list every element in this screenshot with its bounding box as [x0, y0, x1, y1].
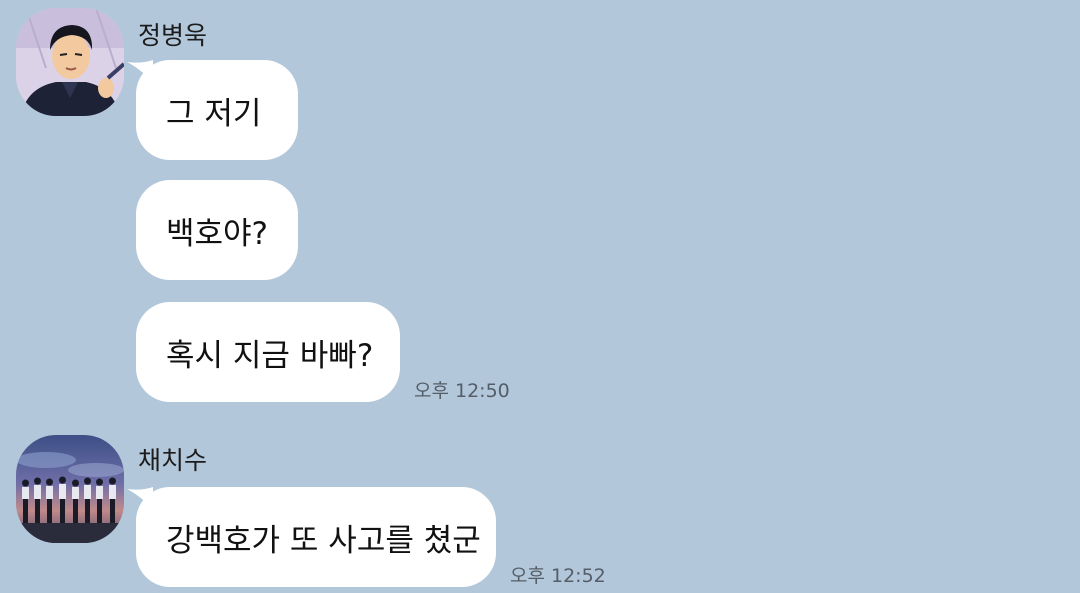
- team-silhouette-sunset-icon: [16, 435, 124, 543]
- message-timestamp: 오후 12:52: [510, 565, 606, 587]
- message-bubble[interactable]: 혹시 지금 바빠?: [136, 302, 400, 402]
- sender-name: 채치수: [138, 446, 208, 475]
- message-timestamp: 오후 12:50: [414, 380, 510, 402]
- sender-avatar[interactable]: [16, 8, 124, 116]
- sender-avatar[interactable]: [16, 435, 124, 543]
- message-bubble[interactable]: 그 저기: [136, 60, 298, 160]
- message-text: 백호야?: [166, 215, 269, 252]
- message-text: 그 저기: [166, 95, 262, 132]
- message-bubble[interactable]: 강백호가 또 사고를 쳤군: [136, 487, 496, 587]
- sender-name: 정병욱: [138, 21, 208, 50]
- anime-student-portrait-icon: [16, 8, 124, 116]
- message-text: 혹시 지금 바빠?: [166, 337, 374, 374]
- message-bubble[interactable]: 백호야?: [136, 180, 298, 280]
- message-text: 강백호가 또 사고를 쳤군: [166, 522, 481, 559]
